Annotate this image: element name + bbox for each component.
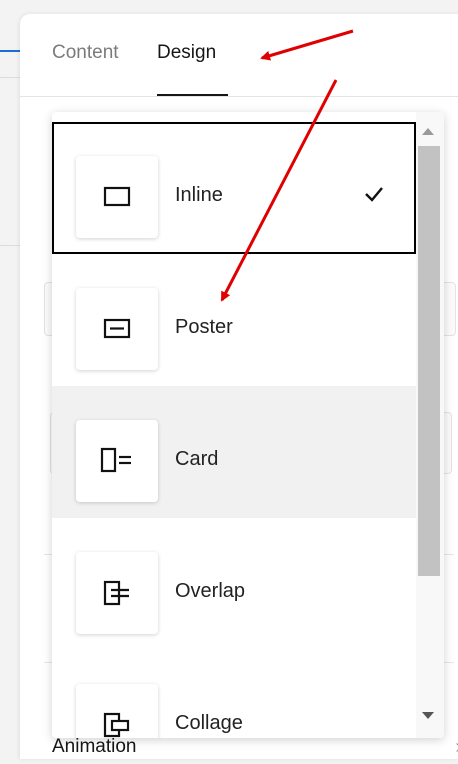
tab-design[interactable]: Design [157, 42, 216, 64]
active-tab-underline [157, 94, 228, 96]
layout-card-icon [76, 420, 158, 502]
option-inline[interactable]: Inline [52, 122, 416, 254]
option-label: Card [175, 448, 219, 470]
option-label: Overlap [175, 580, 246, 602]
background-accent-line [0, 50, 20, 52]
layout-overlap-icon [76, 552, 158, 634]
tab-content[interactable]: Content [52, 42, 119, 64]
animation-label: Animation [52, 736, 137, 757]
scroll-up-arrow-icon[interactable] [422, 128, 434, 135]
layout-poster-icon [76, 288, 158, 370]
option-label: Collage [175, 712, 243, 734]
layout-inline-icon [76, 156, 158, 238]
layout-dropdown: Inline Poster Card Overlap Collage [52, 112, 444, 738]
option-label: Poster [175, 316, 233, 338]
option-collage[interactable]: Collage [52, 650, 416, 738]
option-card[interactable]: Card [52, 386, 416, 518]
background-divider [0, 77, 22, 78]
scrollbar-thumb[interactable] [418, 146, 440, 576]
layout-collage-icon [76, 684, 158, 738]
panel-tabs: Content Design [20, 14, 458, 97]
background-left-panel [0, 0, 22, 751]
option-overlap[interactable]: Overlap [52, 518, 416, 650]
animation-row[interactable]: Animation › [52, 734, 458, 764]
background-divider [0, 245, 22, 246]
option-label: Inline [175, 184, 223, 206]
option-poster[interactable]: Poster [52, 254, 416, 386]
scroll-down-arrow-icon[interactable] [422, 712, 434, 719]
checkmark-icon [365, 187, 383, 202]
